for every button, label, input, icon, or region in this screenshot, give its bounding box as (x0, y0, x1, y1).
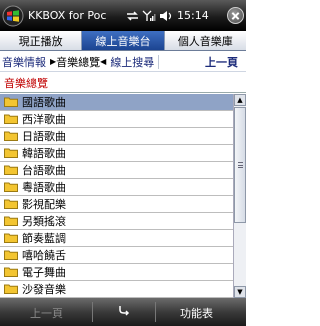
list-scrollbar[interactable]: ▲ ▼ (233, 94, 246, 298)
section-title: 音樂總覽 (0, 73, 246, 93)
main-tabs: 現正播放 線上音樂台 個人音樂庫 (0, 31, 246, 51)
list-item-label: 粵語歌曲 (22, 182, 66, 194)
list-item-label: 節奏藍調 (22, 233, 66, 245)
list-item-label: 韓語歌曲 (22, 148, 66, 160)
folder-icon (4, 131, 18, 141)
list-item[interactable]: 沙發音樂 (0, 281, 233, 298)
sub-nav-browse-label: 音樂總覽 (56, 56, 101, 69)
folder-icon (4, 97, 18, 107)
genre-list: 國語歌曲 西洋歌曲 日語歌曲 韓語歌曲 台語歌曲 粵語歌曲 影視配樂 另類搖滾 (0, 94, 233, 298)
list-item-label: 日語歌曲 (22, 131, 66, 143)
list-item[interactable]: 國語歌曲 (0, 94, 233, 111)
folder-icon (4, 114, 18, 124)
softkey-back[interactable]: 上一頁 (30, 305, 63, 321)
folder-icon (4, 233, 18, 243)
sub-nav-music-browse[interactable]: ▶ 音樂總覽 ◀ (48, 54, 108, 70)
list-item-label: 嘻哈饒舌 (22, 250, 66, 262)
list-item-label: 台語歌曲 (22, 165, 66, 177)
input-panel-icon[interactable] (115, 301, 133, 321)
clock[interactable]: 15:14 (177, 9, 209, 22)
list-item[interactable]: 影視配樂 (0, 196, 233, 213)
tab-now-playing[interactable]: 現正播放 (0, 31, 83, 50)
ok-close-icon[interactable] (227, 7, 244, 24)
arrow-left-icon: ◀ (100, 57, 107, 66)
sync-icon[interactable] (126, 10, 139, 22)
list-item[interactable]: 日語歌曲 (0, 128, 233, 145)
folder-icon (4, 148, 18, 158)
list-item[interactable]: 電子舞曲 (0, 264, 233, 281)
signal-icon[interactable] (142, 10, 156, 22)
list-item-label: 西洋歌曲 (22, 114, 66, 126)
sub-nav-music-info[interactable]: 音樂情報 (0, 54, 48, 70)
list-item[interactable]: 台語歌曲 (0, 162, 233, 179)
scrollbar-thumb[interactable] (234, 107, 246, 223)
list-item[interactable]: 嘻哈饒舌 (0, 247, 233, 264)
tab-online-radio[interactable]: 線上音樂台 (82, 31, 165, 50)
window-title: KKBOX for Poc (28, 9, 107, 22)
tab-personal-library[interactable]: 個人音樂庫 (164, 31, 246, 50)
system-tray (126, 10, 173, 22)
screen: KKBOX for Poc 15:14 現正播放 線上音樂台 個人音樂庫 音樂情… (0, 0, 246, 326)
list-item-label: 電子舞曲 (22, 267, 66, 279)
folder-icon (4, 182, 18, 192)
softkey-menu[interactable]: 功能表 (180, 305, 213, 321)
windows-start-icon[interactable] (2, 5, 24, 27)
soft-key-bar: 上一頁 功能表 (0, 298, 246, 326)
sub-nav: 音樂情報 ▶ 音樂總覽 ◀ 線上搜尋 上一頁 (0, 52, 246, 72)
list-item[interactable]: 粵語歌曲 (0, 179, 233, 196)
sub-nav-online-search[interactable]: 線上搜尋 (108, 54, 156, 70)
folder-icon (4, 199, 18, 209)
folder-icon (4, 267, 18, 277)
folder-icon (4, 284, 18, 294)
list-item[interactable]: 另類搖滾 (0, 213, 233, 230)
divider (158, 54, 160, 69)
divider (155, 302, 156, 322)
scroll-up-icon[interactable]: ▲ (234, 94, 246, 106)
scroll-down-icon[interactable]: ▼ (234, 286, 246, 298)
list-item[interactable]: 西洋歌曲 (0, 111, 233, 128)
grip-icon (238, 162, 243, 168)
list-item-label: 另類搖滾 (22, 216, 66, 228)
folder-icon (4, 216, 18, 226)
title-bar: KKBOX for Poc 15:14 (0, 0, 246, 31)
divider (92, 302, 93, 322)
list-item-label: 影視配樂 (22, 199, 66, 211)
list-item-label: 沙發音樂 (22, 284, 66, 296)
list-item[interactable]: 韓語歌曲 (0, 145, 233, 162)
folder-icon (4, 165, 18, 175)
list-item-label: 國語歌曲 (22, 97, 66, 109)
list-item[interactable]: 節奏藍調 (0, 230, 233, 247)
back-link[interactable]: 上一頁 (203, 54, 240, 70)
volume-icon[interactable] (159, 10, 173, 22)
folder-icon (4, 250, 18, 260)
